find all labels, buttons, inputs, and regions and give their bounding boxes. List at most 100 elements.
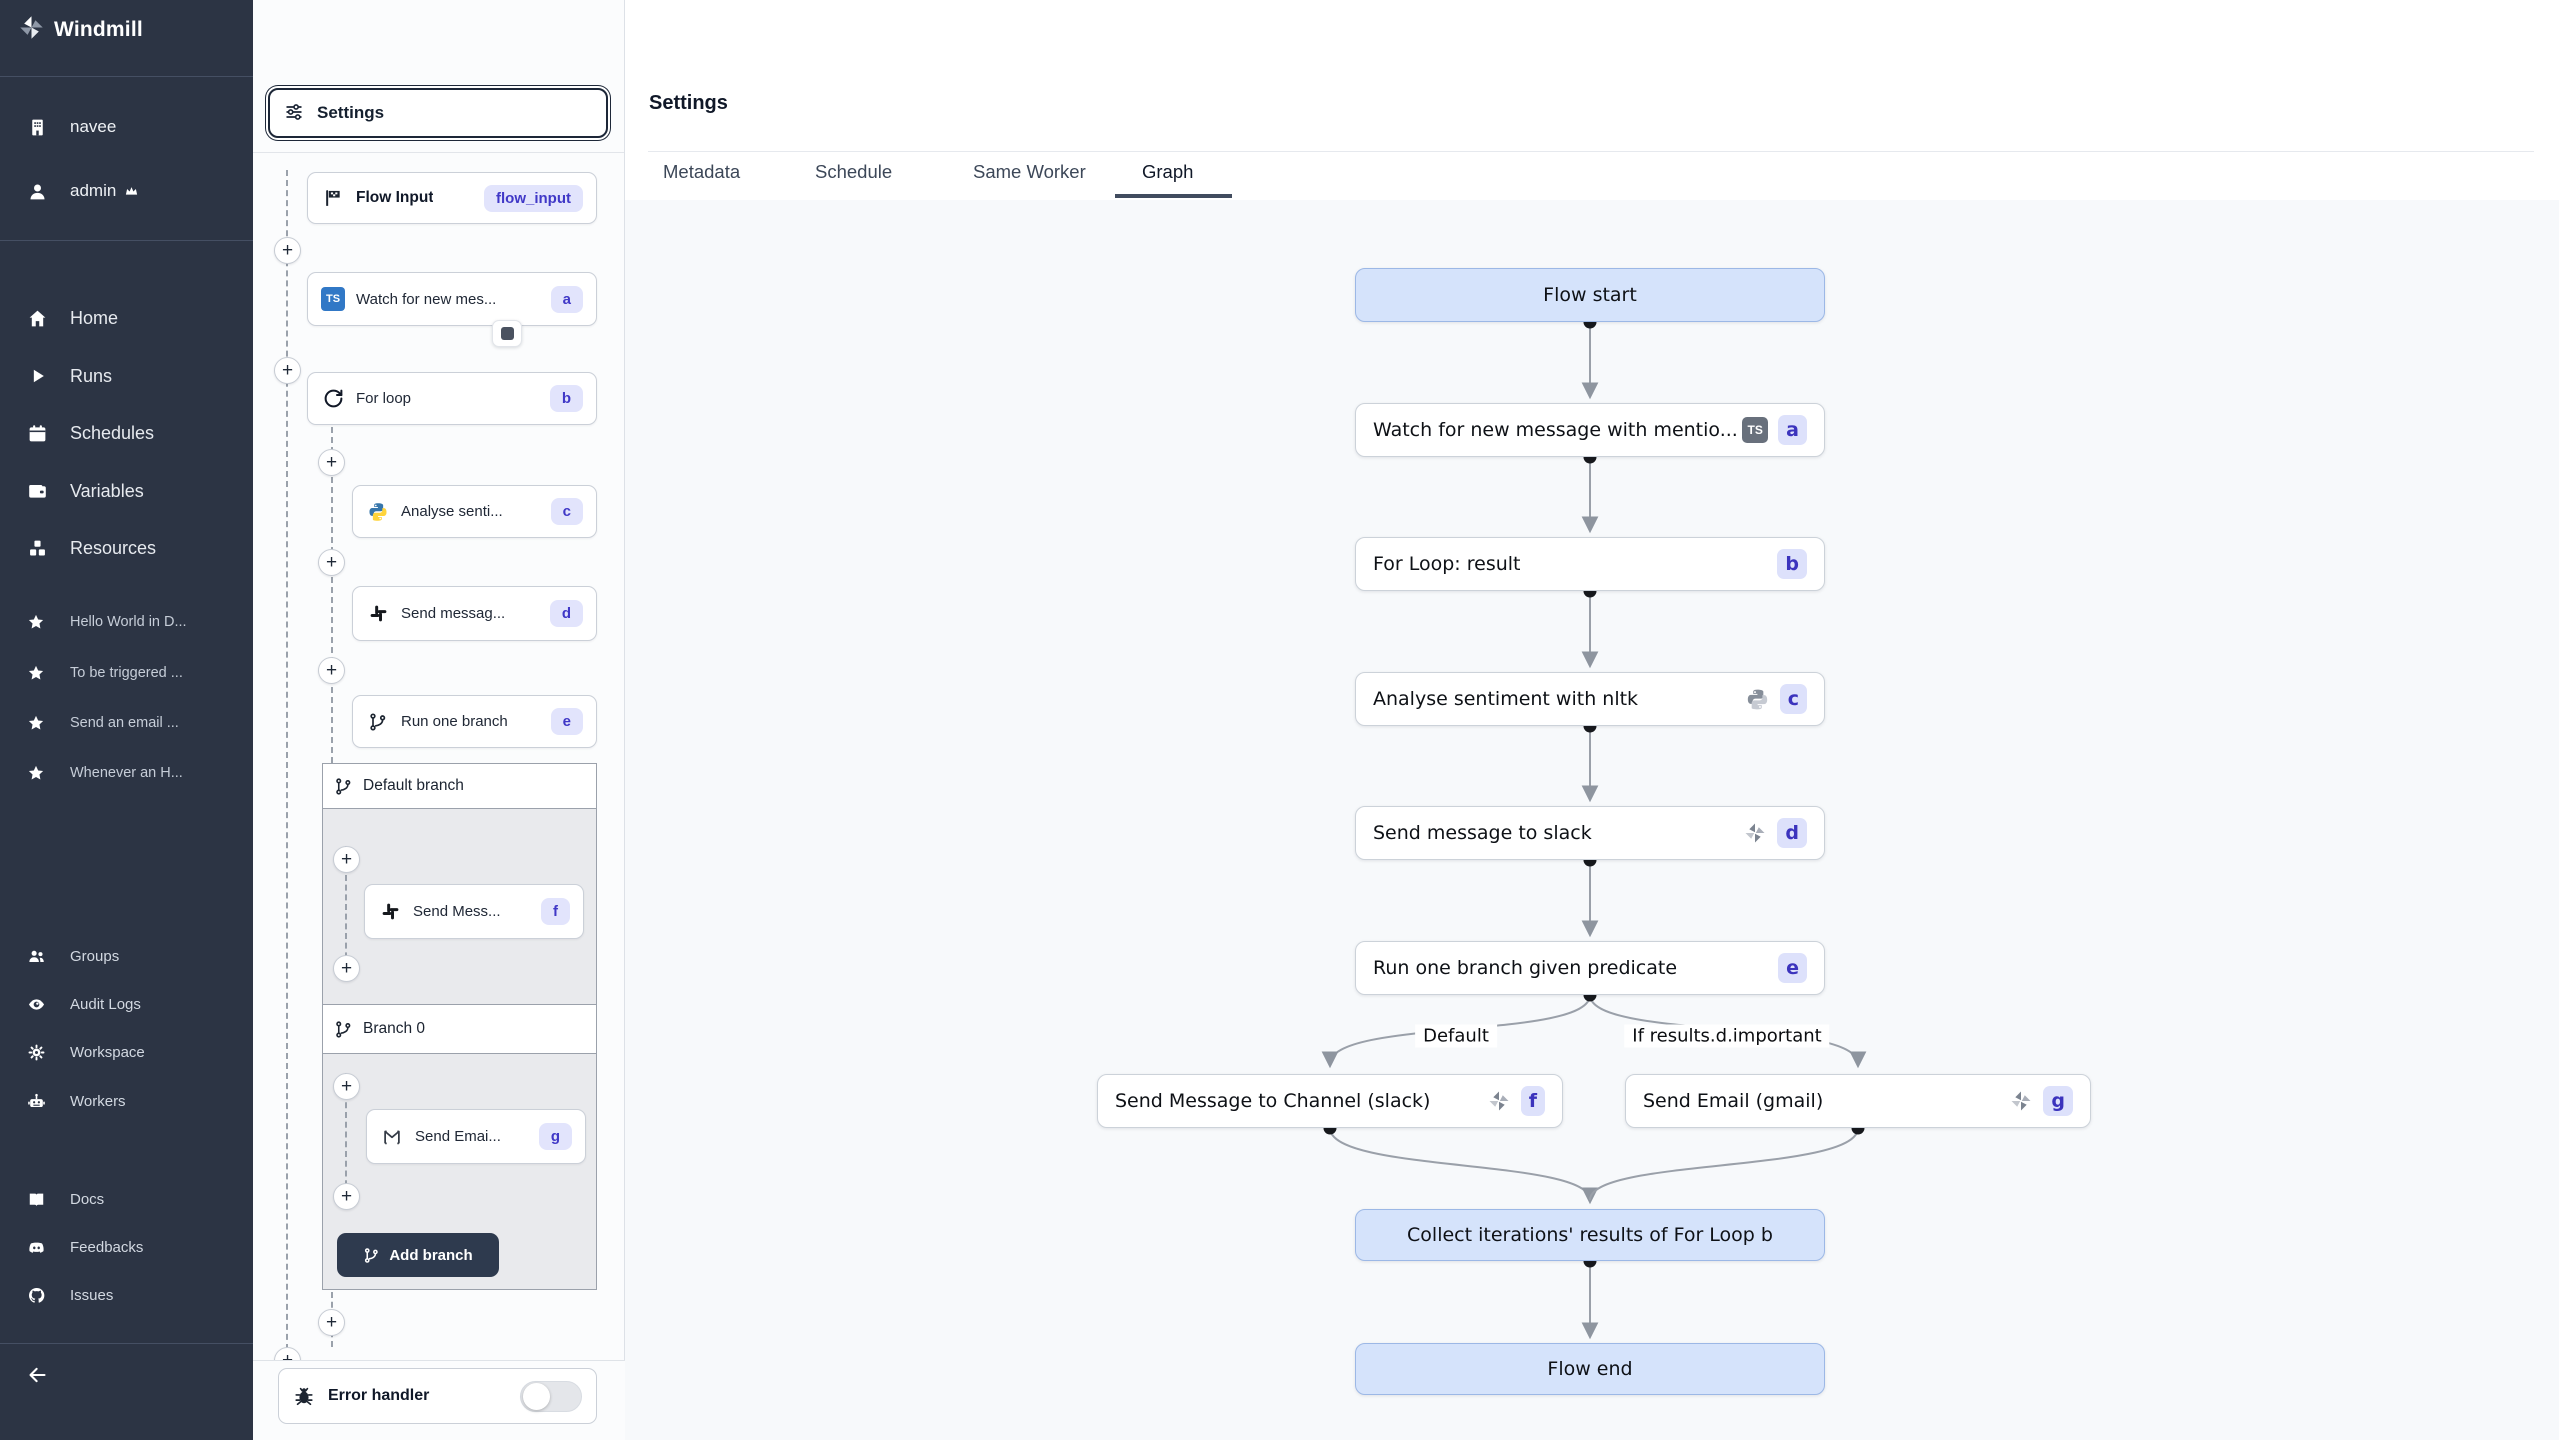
add-step-button[interactable]: + xyxy=(333,1183,360,1210)
sidebar: Windmill navee admin Home Runs Schedules… xyxy=(0,0,253,1440)
step-label: Send Emai... xyxy=(415,1128,501,1145)
node-label: Watch for new message with mentio... xyxy=(1373,419,1738,441)
add-step-button[interactable]: + xyxy=(333,955,360,982)
favorite-label: Send an email ... xyxy=(70,715,179,731)
sidebar-item-issues[interactable]: Issues xyxy=(0,1280,253,1310)
error-handler-node[interactable]: Error handler xyxy=(278,1368,597,1424)
step-node-e[interactable]: Run one branch e xyxy=(352,695,597,748)
add-step-button[interactable]: + xyxy=(274,237,301,264)
node-label: Run one branch given predicate xyxy=(1373,957,1678,979)
sidebar-item-runs[interactable]: Runs xyxy=(0,361,253,391)
branch-0-header[interactable]: Branch 0 xyxy=(322,1004,597,1054)
error-handler-toggle[interactable] xyxy=(520,1380,582,1412)
step-node-f[interactable]: Send Mess... f xyxy=(364,884,584,939)
edge-label-default: Default xyxy=(1415,1024,1497,1048)
flow-input-node[interactable]: Flow Input flow_input xyxy=(307,172,597,224)
flow-settings-label: Settings xyxy=(317,103,385,122)
sidebar-item-label: Feedbacks xyxy=(70,1238,144,1256)
flow-settings-button[interactable]: Settings xyxy=(268,88,608,138)
sidebar-item-groups[interactable]: Groups xyxy=(0,941,253,971)
graph-node-b[interactable]: For Loop: result b xyxy=(1355,537,1825,591)
flow-editor-panel: Settings Flow Input flow_input + TS Watc… xyxy=(253,0,625,1440)
step-node-c[interactable]: Analyse senti... c xyxy=(352,485,597,538)
add-step-button[interactable]: + xyxy=(318,1309,345,1336)
sidebar-item-home[interactable]: Home xyxy=(0,303,253,333)
user-menu[interactable]: admin xyxy=(0,176,253,206)
gmail-icon xyxy=(380,1125,404,1149)
sidebar-item-workers[interactable]: Workers xyxy=(0,1086,253,1116)
step-node-a[interactable]: TS Watch for new mes... a xyxy=(307,272,597,326)
divider xyxy=(253,152,624,153)
slack-icon xyxy=(366,602,390,626)
eye-icon xyxy=(27,995,46,1014)
tab-metadata[interactable]: Metadata xyxy=(663,161,740,183)
workspace-selector[interactable]: navee xyxy=(0,112,253,142)
graph-node-collect[interactable]: Collect iterations' results of For Loop … xyxy=(1355,1209,1825,1261)
flow-tree-line xyxy=(286,170,288,1360)
graph-node-e[interactable]: Run one branch given predicate e xyxy=(1355,941,1825,995)
node-badge: f xyxy=(1520,1086,1545,1116)
active-tab-indicator xyxy=(1115,194,1232,198)
drag-handle[interactable] xyxy=(492,320,522,347)
divider xyxy=(0,76,253,77)
add-step-button[interactable]: + xyxy=(274,357,301,384)
graph-node-flow-end[interactable]: Flow end xyxy=(1355,1343,1825,1395)
branch-icon xyxy=(334,1020,353,1039)
sidebar-item-schedules[interactable]: Schedules xyxy=(0,418,253,448)
sidebar-item-docs[interactable]: Docs xyxy=(0,1184,253,1214)
crown-icon xyxy=(124,184,139,199)
step-badge: b xyxy=(549,385,583,412)
step-label: Run one branch xyxy=(401,713,508,730)
add-step-button[interactable]: + xyxy=(318,549,345,576)
sidebar-item-resources[interactable]: Resources xyxy=(0,533,253,563)
add-step-button[interactable]: + xyxy=(318,657,345,684)
app-logo[interactable]: Windmill xyxy=(18,14,143,46)
node-badge: a xyxy=(1778,415,1807,445)
sidebar-item-workspace[interactable]: Workspace xyxy=(0,1037,253,1067)
add-step-button[interactable]: + xyxy=(318,449,345,476)
step-node-d[interactable]: Send messag... d xyxy=(352,586,597,641)
node-label: Flow end xyxy=(1547,1358,1633,1380)
sidebar-item-feedbacks[interactable]: Feedbacks xyxy=(0,1232,253,1262)
graph-node-d[interactable]: Send message to slack d xyxy=(1355,806,1825,860)
tab-schedule[interactable]: Schedule xyxy=(815,161,892,183)
node-badge: e xyxy=(1778,953,1807,983)
sidebar-item-label: Home xyxy=(70,307,119,328)
sidebar-favorite-hello-world[interactable]: Hello World in D... xyxy=(0,607,253,637)
sidebar-favorite-to-be-triggered[interactable]: To be triggered ... xyxy=(0,658,253,688)
graph-node-a[interactable]: Watch for new message with mentio... TS … xyxy=(1355,403,1825,457)
sidebar-item-label: Workspace xyxy=(70,1043,145,1061)
sidebar-item-variables[interactable]: Variables xyxy=(0,476,253,506)
sidebar-item-audit-logs[interactable]: Audit Logs xyxy=(0,989,253,1019)
graph-node-c[interactable]: Analyse sentiment with nltk c xyxy=(1355,672,1825,726)
graph-node-f[interactable]: Send Message to Channel (slack) f xyxy=(1097,1074,1563,1128)
flow-graph-canvas[interactable]: Default If results.d.important Flow star… xyxy=(625,200,2559,1440)
add-branch-button[interactable]: Add branch xyxy=(337,1233,499,1277)
add-step-button[interactable]: + xyxy=(333,1073,360,1100)
step-node-g[interactable]: Send Emai... g xyxy=(366,1109,586,1164)
sidebar-item-label: Groups xyxy=(70,947,120,965)
tab-same-worker[interactable]: Same Worker xyxy=(973,161,1086,183)
graph-node-g[interactable]: Send Email (gmail) g xyxy=(1625,1074,2091,1128)
graph-node-flow-start[interactable]: Flow start xyxy=(1355,268,1825,322)
calendar-icon xyxy=(27,423,48,444)
collapse-sidebar-button[interactable] xyxy=(0,1360,253,1390)
default-branch-header[interactable]: Default branch xyxy=(322,763,597,809)
sidebar-favorite-whenever[interactable]: Whenever an H... xyxy=(0,758,253,788)
github-icon xyxy=(27,1286,46,1305)
python-icon xyxy=(366,500,390,524)
step-node-b[interactable]: For loop b xyxy=(307,372,597,425)
sliders-icon xyxy=(284,102,304,125)
windmill-logo-icon xyxy=(18,14,45,46)
branch-0-label: Branch 0 xyxy=(363,1020,426,1037)
sidebar-favorite-send-email[interactable]: Send an email ... xyxy=(0,708,253,738)
typescript-icon: TS xyxy=(321,287,345,311)
node-badge: c xyxy=(1779,684,1807,714)
sidebar-item-label: Docs xyxy=(70,1190,105,1208)
step-label: Watch for new mes... xyxy=(356,290,497,308)
step-badge: a xyxy=(550,285,583,313)
windmill-gray-icon xyxy=(1487,1089,1511,1113)
tab-graph[interactable]: Graph xyxy=(1142,161,1193,183)
add-step-button[interactable]: + xyxy=(333,846,360,873)
step-badge: c xyxy=(550,498,583,525)
